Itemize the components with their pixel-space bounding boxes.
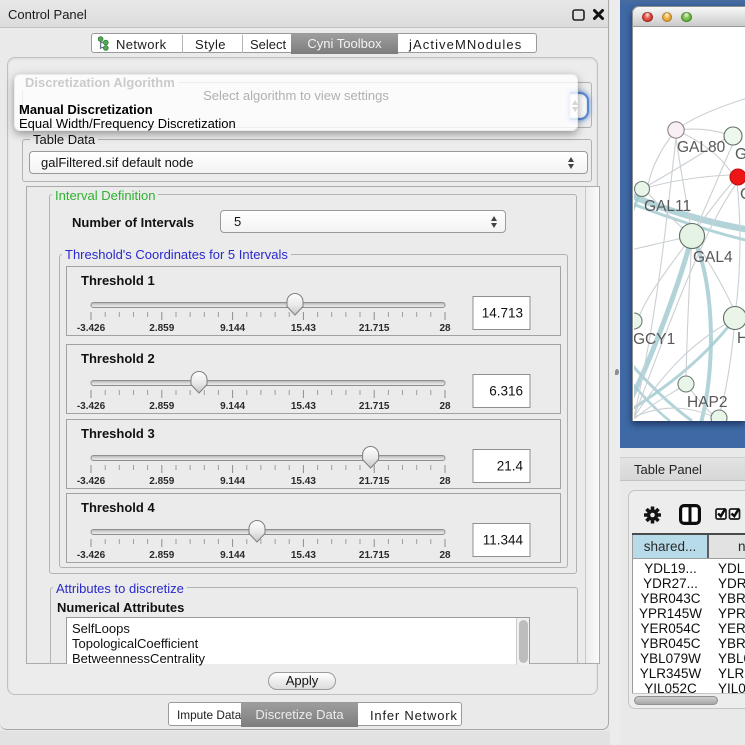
svg-text:15.43: 15.43 xyxy=(291,476,316,487)
svg-text:6.316: 6.316 xyxy=(489,384,523,399)
svg-text:GAL11: GAL11 xyxy=(644,198,691,215)
svg-text:28: 28 xyxy=(439,476,451,487)
svg-text:9.144: 9.144 xyxy=(220,476,245,487)
svg-text:Threshold 3: Threshold 3 xyxy=(81,426,155,441)
svg-text:15.43: 15.43 xyxy=(291,550,316,561)
svg-text:GA: GA xyxy=(735,146,745,163)
svg-text:11.344: 11.344 xyxy=(483,533,524,548)
svg-text:28: 28 xyxy=(439,401,451,412)
svg-text:15.43: 15.43 xyxy=(291,323,316,334)
svg-text:-3.426: -3.426 xyxy=(77,550,106,561)
svg-text:9.144: 9.144 xyxy=(220,550,245,561)
svg-text:21.715: 21.715 xyxy=(359,401,390,412)
svg-text:-3.426: -3.426 xyxy=(77,401,106,412)
svg-text:Threshold 1: Threshold 1 xyxy=(81,273,155,288)
svg-text:2.859: 2.859 xyxy=(149,401,174,412)
svg-text:28: 28 xyxy=(439,323,451,334)
svg-text:Threshold 2: Threshold 2 xyxy=(81,351,155,366)
svg-text:21.715: 21.715 xyxy=(359,476,390,487)
svg-text:14.713: 14.713 xyxy=(482,306,523,321)
svg-text:GAL4: GAL4 xyxy=(693,249,733,266)
svg-text:28: 28 xyxy=(439,550,451,561)
svg-text:9.144: 9.144 xyxy=(220,323,245,334)
svg-text:CY: CY xyxy=(740,186,745,203)
svg-text:-3.426: -3.426 xyxy=(77,476,106,487)
svg-text:Threshold 4: Threshold 4 xyxy=(81,500,155,515)
svg-text:2.859: 2.859 xyxy=(149,323,174,334)
svg-text:-3.426: -3.426 xyxy=(77,323,106,334)
svg-text:2.859: 2.859 xyxy=(149,550,174,561)
svg-text:HI: HI xyxy=(737,330,745,347)
svg-text:2.859: 2.859 xyxy=(149,476,174,487)
svg-text:21.4: 21.4 xyxy=(497,459,524,474)
svg-text:HAP2: HAP2 xyxy=(687,394,728,411)
svg-text:GAL80: GAL80 xyxy=(677,139,726,156)
svg-text:21.715: 21.715 xyxy=(359,550,390,561)
svg-text:15.43: 15.43 xyxy=(291,401,316,412)
svg-text:9.144: 9.144 xyxy=(220,401,245,412)
svg-text:GCY1: GCY1 xyxy=(634,331,675,348)
svg-text:21.715: 21.715 xyxy=(359,323,390,334)
